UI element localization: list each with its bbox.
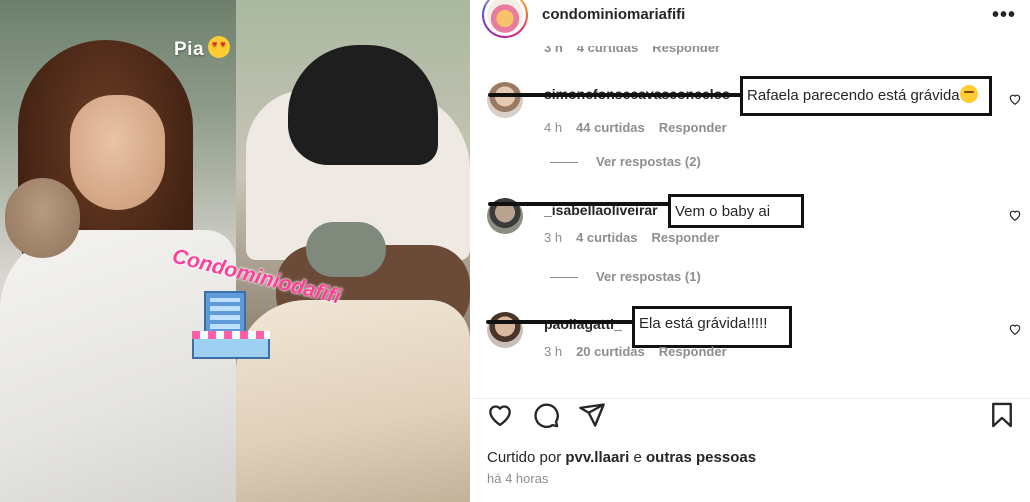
comment-item: _isabellaoliveirar Vem o baby ai 3 h4 cu… — [470, 194, 1030, 258]
posted-time[interactable]: há 4 horas — [487, 471, 548, 486]
comment-text-box: Vem o baby ai — [668, 194, 804, 228]
liked-by-user[interactable]: pvv.llaari — [565, 449, 629, 466]
watermark-logo: Condominiodafifi — [170, 244, 343, 385]
reply-button[interactable]: Responder — [659, 120, 727, 135]
comment-likes[interactable]: 44 curtidas — [576, 120, 645, 135]
woman-face — [70, 95, 165, 210]
liked-by-others[interactable]: outras pessoas — [646, 449, 756, 466]
comment-item: simonefonsecavasconcelos Rafaela parecen… — [470, 76, 1030, 142]
commenter-avatar[interactable] — [487, 82, 523, 118]
liked-by-prefix: Curtido por — [487, 449, 562, 466]
bookmark-icon[interactable] — [988, 401, 1016, 429]
share-icon[interactable] — [578, 401, 606, 429]
baby — [306, 222, 386, 277]
heart-icon[interactable] — [486, 401, 514, 429]
comment-meta: 3 h 20 curtidas Responder — [544, 344, 741, 359]
puppy — [5, 178, 80, 258]
comment-likes[interactable]: 20 curtidas — [576, 344, 645, 359]
comment-text: Vem o baby ai — [675, 203, 771, 220]
post-panel: condominiomariafifi ••• 3 h 4 curtidas Res… — [470, 0, 1030, 502]
more-options-icon[interactable]: ••• — [992, 4, 1016, 27]
comment-text: Ela está grávida!!!!! — [639, 315, 768, 332]
comment-likes[interactable]: 4 curtidas — [576, 230, 637, 245]
building-icon — [192, 291, 270, 359]
comment-like-heart-icon[interactable] — [1008, 92, 1022, 106]
reply-button[interactable]: Responder — [659, 344, 727, 359]
comment-icon[interactable] — [532, 401, 560, 429]
post-actions — [470, 398, 1030, 430]
black-cap — [288, 45, 438, 165]
liked-by-joiner: e — [633, 449, 642, 466]
view-replies-label[interactable]: Ver respostas (1) — [596, 269, 701, 284]
post-username[interactable]: condominiomariafifi — [542, 6, 685, 23]
story-caption: Pia — [174, 36, 231, 61]
post-media[interactable]: Pia Condominiodafifi — [0, 0, 470, 502]
comment-time: 3 h — [544, 230, 563, 245]
comment-like-heart-icon[interactable] — [1008, 208, 1022, 222]
view-replies[interactable]: Ver respostas (2) — [550, 154, 701, 169]
comment-text: Rafaela parecendo está grávida — [747, 87, 960, 104]
story-caption-text: Pia — [174, 39, 205, 60]
reply-button[interactable]: Responder — [652, 230, 720, 245]
comment-username[interactable]: paollagatti_ — [544, 316, 622, 332]
view-replies-label[interactable]: Ver respostas (2) — [596, 154, 701, 169]
comment-time: 4 h — [544, 120, 563, 135]
story-photo-right — [236, 0, 470, 502]
liked-by: Curtido por pvv.llaari e outras pessoas — [487, 449, 756, 466]
thinking-face-emoji-icon — [959, 85, 978, 103]
comment-meta: 4 h 44 curtidas Responder — [544, 120, 741, 135]
commenter-avatar[interactable] — [487, 312, 523, 348]
comment-meta: 3 h 4 curtidas Responder — [544, 230, 733, 245]
comment-like-heart-icon[interactable] — [1008, 322, 1022, 336]
comment-time: 3 h — [544, 344, 563, 359]
post-header: condominiomariafifi ••• — [470, 0, 1030, 38]
comment-text-box: Ela está grávida!!!!! — [632, 306, 792, 348]
heart-eyes-emoji-icon — [208, 36, 231, 58]
comment-text-box: Rafaela parecendo está grávida — [740, 76, 992, 116]
view-replies[interactable]: Ver respostas (1) — [550, 269, 701, 284]
comment-item: paollagatti_ Ela está grávida!!!!! 3 h 20… — [470, 306, 1030, 372]
